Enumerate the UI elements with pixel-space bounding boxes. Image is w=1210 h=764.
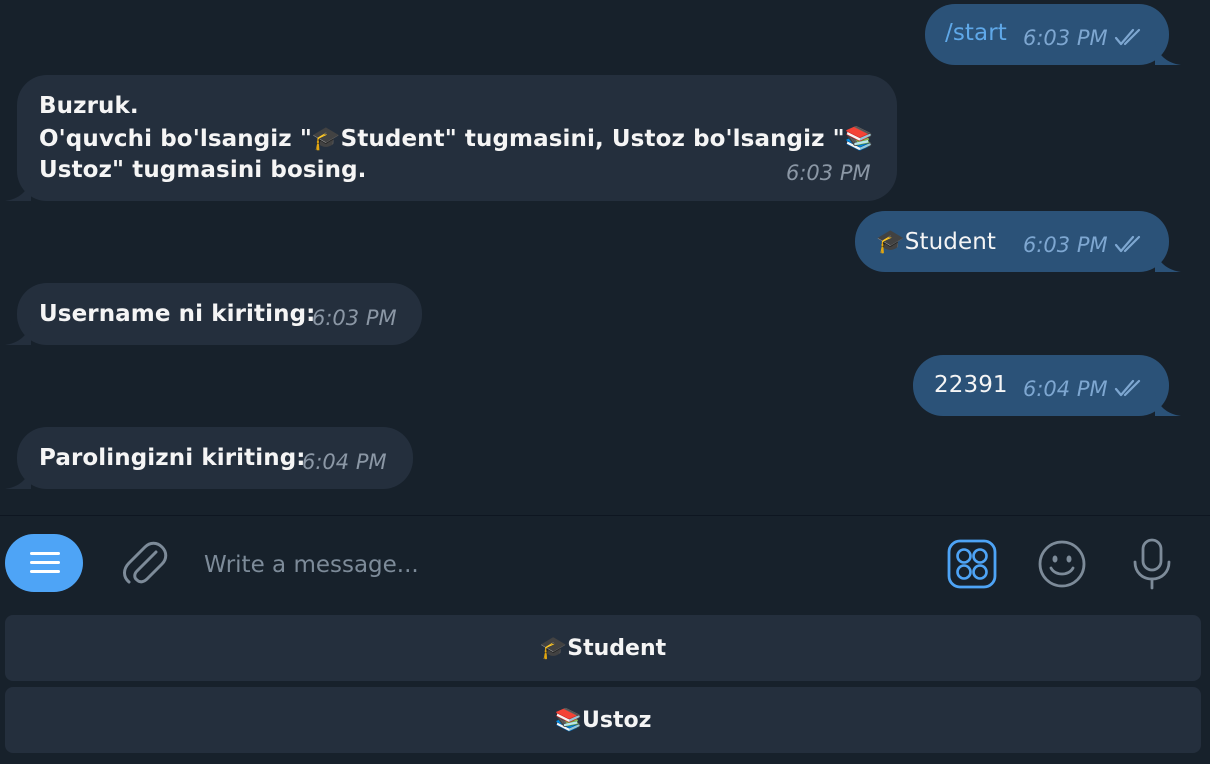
microphone-icon[interactable] — [1130, 537, 1174, 595]
message-time: 6:03 PM — [1023, 233, 1144, 258]
message-outgoing[interactable]: /start 6:03 PM — [925, 4, 1181, 65]
message-incoming[interactable]: Parolingizni kiriting: 6:04 PM — [5, 427, 413, 489]
message-incoming[interactable]: Username ni kiriting: 6:03 PM — [5, 283, 422, 345]
message-text-label: Student — [904, 229, 996, 255]
menu-icon — [30, 552, 60, 555]
message-text-line: Buzruk. — [39, 93, 139, 119]
message-time-text: 6:04 PM — [1023, 377, 1108, 401]
sticker-icon[interactable] — [947, 539, 997, 593]
double-check-icon — [1114, 27, 1144, 51]
message-text: 22391 — [934, 372, 1008, 398]
graduation-cap-emoji: 🎓 — [876, 229, 905, 255]
bubble-tail — [1155, 248, 1181, 272]
message-text: 🎓Student — [876, 228, 996, 255]
message-time: 6:03 PM — [1023, 26, 1144, 51]
message-outgoing[interactable]: 🎓Student 6:03 PM — [855, 211, 1181, 272]
keyboard-button-label: Student — [567, 635, 667, 661]
message-text: Username ni kiriting: — [39, 301, 316, 327]
message-composer — [0, 516, 1210, 612]
menu-icon — [30, 570, 60, 573]
keyboard-button-label: Ustoz — [582, 707, 652, 733]
message-time: 6:03 PM — [312, 306, 397, 330]
message-time-text: 6:03 PM — [1023, 26, 1108, 50]
graduation-cap-emoji: 🎓 — [539, 635, 568, 661]
message-time: 6:04 PM — [1023, 377, 1144, 402]
message-text-line: Ustoz" tugmasini bosing. — [39, 157, 367, 183]
message-time: 6:03 PM — [786, 161, 871, 185]
attach-icon[interactable] — [120, 538, 168, 592]
keyboard-button-ustoz[interactable]: 📚 Ustoz — [5, 687, 1201, 753]
bot-command-link[interactable]: /start — [945, 20, 1007, 46]
emoji-icon[interactable] — [1037, 539, 1087, 593]
bot-menu-button[interactable] — [5, 534, 83, 592]
bubble-tail — [5, 321, 31, 345]
keyboard-button-student[interactable]: 🎓 Student — [5, 615, 1201, 681]
message-incoming[interactable]: Buzruk. O'quvchi bo'lsangiz "🎓Student" t… — [5, 75, 897, 201]
chat-history[interactable]: /start 6:03 PM Buzruk. O'quvchi bo'lsang… — [0, 0, 1210, 515]
message-outgoing[interactable]: 22391 6:04 PM — [913, 355, 1181, 416]
double-check-icon — [1114, 378, 1144, 402]
message-time-text: 6:03 PM — [1023, 233, 1108, 257]
bubble-tail — [5, 465, 31, 489]
bubble-tail — [5, 177, 31, 201]
double-check-icon — [1114, 234, 1144, 258]
message-time: 6:04 PM — [302, 450, 387, 474]
menu-icon — [30, 561, 60, 564]
bubble-tail — [1155, 392, 1181, 416]
books-emoji: 📚 — [554, 707, 582, 733]
message-text: Parolingizni kiriting: — [39, 445, 306, 471]
message-input[interactable] — [200, 546, 908, 584]
bubble-tail — [1155, 41, 1181, 65]
message-text-line: O'quvchi bo'lsangiz "🎓Student" tugmasini… — [39, 126, 874, 152]
